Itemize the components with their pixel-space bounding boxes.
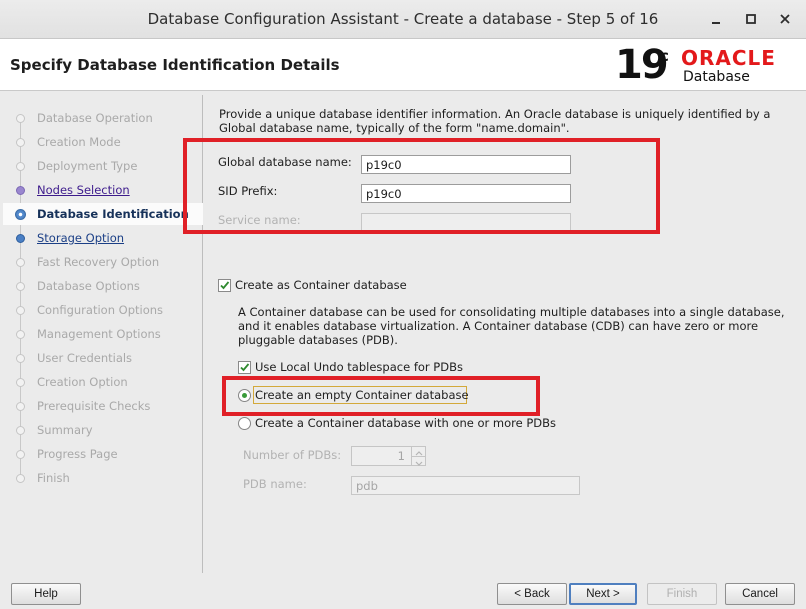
nav-item-database-identification[interactable]: Database Identification <box>3 203 203 225</box>
maximize-icon[interactable] <box>741 9 761 29</box>
num-pdbs-label: Number of PDBs: <box>243 448 342 462</box>
nav-item-management-options: Management Options <box>3 323 203 345</box>
close-icon[interactable] <box>775 9 795 29</box>
num-pdbs-spinner: 1 <box>351 446 426 466</box>
step-navigation: Database Operation Creation Mode Deploym… <box>3 95 203 573</box>
nav-item-progress-page: Progress Page <box>3 443 203 465</box>
nav-item-creation-mode: Creation Mode <box>3 131 203 153</box>
cdb-with-pdbs-radio[interactable] <box>238 417 251 430</box>
step-dot-icon <box>16 186 25 195</box>
nav-item-nodes-selection[interactable]: Nodes Selection <box>3 179 203 201</box>
back-button[interactable]: < Back <box>497 583 567 605</box>
page-title: Specify Database Identification Details <box>10 56 340 74</box>
nav-item-summary: Summary <box>3 419 203 441</box>
step-dot-icon <box>16 378 25 387</box>
step-dot-icon <box>16 114 25 123</box>
step-dot-icon <box>16 450 25 459</box>
step-dot-icon <box>16 138 25 147</box>
intro-description: Provide a unique database identifier inf… <box>219 107 771 135</box>
checkmark-icon <box>220 281 230 290</box>
minimize-icon[interactable] <box>706 9 726 29</box>
nav-item-creation-option: Creation Option <box>3 371 203 393</box>
step-dot-icon <box>16 330 25 339</box>
container-description: A Container database can be used for con… <box>238 305 785 347</box>
nav-item-database-options: Database Options <box>3 275 203 297</box>
nav-item-prerequisite-checks: Prerequisite Checks <box>3 395 203 417</box>
nav-item-fast-recovery-option: Fast Recovery Option <box>3 251 203 273</box>
create-container-label[interactable]: Create as Container database <box>235 278 407 292</box>
local-undo-checkbox[interactable] <box>238 361 251 374</box>
pdb-name-label: PDB name: <box>243 477 307 491</box>
pdb-name-input: pdb <box>351 476 580 495</box>
window-title-bar: Database Configuration Assistant - Creat… <box>0 0 806 39</box>
cdb-with-pdbs-label[interactable]: Create a Container database with one or … <box>255 416 556 430</box>
nav-item-user-credentials: User Credentials <box>3 347 203 369</box>
checkmark-icon <box>240 363 250 372</box>
spin-up-icon <box>411 447 425 456</box>
window-title: Database Configuration Assistant - Creat… <box>147 10 659 28</box>
next-button[interactable]: Next > <box>569 583 637 605</box>
step-dot-icon <box>16 282 25 291</box>
step-dot-icon <box>16 474 25 483</box>
nav-item-configuration-options: Configuration Options <box>3 299 203 321</box>
help-button[interactable]: Help <box>11 583 81 605</box>
step-dot-icon <box>16 402 25 411</box>
step-dot-icon <box>16 258 25 267</box>
spin-down-icon <box>411 456 425 466</box>
nav-item-deployment-type: Deployment Type <box>3 155 203 177</box>
nav-item-storage-option[interactable]: Storage Option <box>3 227 203 249</box>
current-step-icon <box>15 209 26 220</box>
step-dot-icon <box>16 162 25 171</box>
annotation-highlight-empty-cdb <box>222 376 540 416</box>
finish-button: Finish <box>647 583 717 605</box>
step-dot-icon <box>16 306 25 315</box>
nav-item-finish: Finish <box>3 467 203 489</box>
page-header: Specify Database Identification Details … <box>0 39 806 91</box>
nav-item-database-operation: Database Operation <box>3 107 203 129</box>
step-dot-icon <box>16 234 25 243</box>
step-dot-icon <box>16 426 25 435</box>
annotation-highlight-identifiers <box>183 138 660 234</box>
num-pdbs-value: 1 <box>397 449 405 463</box>
cancel-button[interactable]: Cancel <box>725 583 795 605</box>
create-container-checkbox[interactable] <box>218 279 231 292</box>
local-undo-label[interactable]: Use Local Undo tablespace for PDBs <box>255 360 463 374</box>
step-dot-icon <box>16 354 25 363</box>
